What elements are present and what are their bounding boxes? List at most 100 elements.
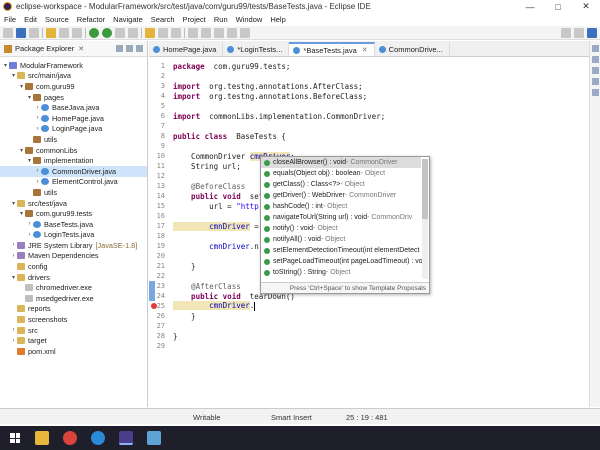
- code-line[interactable]: 14 public void set: [149, 191, 264, 201]
- tree-item[interactable]: screenshots: [0, 314, 147, 325]
- expand-arrow-icon[interactable]: ▾: [26, 157, 33, 164]
- chrome-icon[interactable]: [63, 431, 77, 445]
- tree-item[interactable]: ▾ ModularFramework: [0, 60, 147, 71]
- menu-project[interactable]: Project: [179, 15, 210, 24]
- tree-item[interactable]: › LoginPage.java: [0, 124, 147, 135]
- code-line[interactable]: 13 @BeforeClass: [149, 181, 246, 191]
- tree-item[interactable]: utils: [0, 134, 147, 145]
- tree-item[interactable]: ▾ com.guru99: [0, 81, 147, 92]
- tree-item[interactable]: › BaseTests.java: [0, 219, 147, 230]
- proposal-item[interactable]: getClass() : Class<?> - Object: [261, 179, 421, 190]
- close-button[interactable]: ✕: [572, 1, 600, 12]
- tree-item[interactable]: ▾ src/main/java: [0, 71, 147, 82]
- code-line[interactable]: 5: [149, 101, 173, 111]
- app-taskbar-icon[interactable]: [147, 431, 161, 445]
- proposal-item[interactable]: setPageLoadTimeout(int pageLoadTimeout) …: [261, 256, 423, 267]
- expand-arrow-icon[interactable]: ▾: [10, 200, 17, 207]
- proposal-item[interactable]: getDriver() : WebDriver - CommonDriver: [261, 190, 421, 201]
- package-explorer-title[interactable]: Package Explorer: [15, 44, 74, 53]
- collapse-all-icon[interactable]: [116, 45, 123, 52]
- new-class-icon[interactable]: [171, 27, 181, 38]
- close-view-icon[interactable]: ✕: [78, 45, 84, 53]
- problems-view-icon[interactable]: [591, 67, 599, 74]
- menu-source[interactable]: Source: [41, 15, 73, 24]
- tree-item[interactable]: ▾ pages: [0, 92, 147, 103]
- proposal-item[interactable]: notifyAll() : void - Object: [261, 234, 421, 245]
- collapse-arrow-icon[interactable]: ›: [10, 253, 17, 259]
- expand-arrow-icon[interactable]: ▾: [18, 147, 25, 154]
- new-java-project-icon[interactable]: [145, 27, 155, 38]
- tree-item[interactable]: chromedriver.exe: [0, 282, 147, 293]
- coverage-icon[interactable]: [115, 27, 125, 38]
- menu-help[interactable]: Help: [266, 15, 289, 24]
- code-line[interactable]: 27: [149, 321, 173, 331]
- proposal-item[interactable]: hashCode() : int - Object: [261, 201, 421, 212]
- code-line[interactable]: 17 cmnDriver =: [149, 221, 259, 231]
- menu-file[interactable]: File: [0, 15, 20, 24]
- tree-item[interactable]: ▾ implementation: [0, 155, 147, 166]
- collapse-arrow-icon[interactable]: ›: [10, 327, 17, 333]
- expand-arrow-icon[interactable]: ▾: [10, 72, 17, 79]
- search-icon[interactable]: [188, 27, 198, 38]
- menu-window[interactable]: Window: [232, 15, 267, 24]
- close-tab-icon[interactable]: ✕: [362, 46, 368, 54]
- tree-item[interactable]: › CommonDriver.java: [0, 165, 147, 177]
- new-package-icon[interactable]: [158, 27, 168, 38]
- code-line[interactable]: 28}: [149, 331, 178, 341]
- collapse-arrow-icon[interactable]: ›: [34, 115, 41, 121]
- code-line[interactable]: 3 import org.testng.annotations.AfterClas…: [149, 81, 363, 91]
- save-all-icon[interactable]: [29, 27, 39, 38]
- code-line[interactable]: 16: [149, 211, 173, 221]
- proposal-item[interactable]: equals(Object obj) : boolean - Object: [261, 168, 421, 179]
- eclipse-taskbar-icon[interactable]: [119, 431, 133, 445]
- proposal-item[interactable]: notify() : void - Object: [261, 223, 421, 234]
- proposal-item[interactable]: setElementDetectionTimeout(int elementDe…: [261, 245, 421, 256]
- editor-tab[interactable]: CommonDrive...: [375, 42, 450, 56]
- tree-item[interactable]: config: [0, 261, 147, 272]
- proposal-item[interactable]: navigateToUrl(String url) : void - Commo…: [261, 212, 421, 223]
- minimize-button[interactable]: —: [516, 2, 544, 12]
- tree-item[interactable]: utils: [0, 187, 147, 198]
- run-icon[interactable]: [102, 27, 112, 38]
- back-icon[interactable]: [227, 27, 237, 38]
- editor-tab[interactable]: HomePage.java: [149, 42, 224, 56]
- code-line[interactable]: 4 import org.testng.annotations.BeforeCla…: [149, 91, 367, 101]
- tree-item[interactable]: pom.xml: [0, 346, 147, 357]
- code-line[interactable]: 19 cmnDriver.n: [149, 241, 259, 251]
- menu-edit[interactable]: Edit: [20, 15, 41, 24]
- external-tools-icon[interactable]: [128, 27, 138, 38]
- new-icon[interactable]: [3, 27, 13, 38]
- java-perspective-icon[interactable]: [587, 27, 597, 38]
- code-line[interactable]: 25 cmnDriver.: [149, 301, 256, 311]
- expand-arrow-icon[interactable]: ▾: [18, 210, 25, 217]
- link-with-editor-icon[interactable]: [126, 45, 133, 52]
- code-line[interactable]: 20: [149, 251, 173, 261]
- code-line[interactable]: 23 @AfterClass: [149, 281, 241, 291]
- open-type-icon[interactable]: [59, 27, 69, 38]
- javadoc-view-icon[interactable]: [591, 89, 599, 96]
- code-line[interactable]: 1 package com.guru99.tests;: [149, 61, 291, 71]
- quick-access-search-icon[interactable]: [561, 27, 571, 38]
- tree-item[interactable]: › target: [0, 335, 147, 346]
- tree-item[interactable]: › HomePage.java: [0, 113, 147, 124]
- edge-icon[interactable]: [91, 431, 105, 445]
- proposal-item[interactable]: toString() : String - Object: [261, 267, 421, 278]
- tree-item[interactable]: › LoginTests.java: [0, 230, 147, 241]
- previous-annotation-icon[interactable]: [214, 27, 224, 38]
- windows-start-icon[interactable]: [10, 433, 20, 443]
- editor-tab[interactable]: *LoginTests...: [223, 42, 290, 56]
- expand-arrow-icon[interactable]: ▾: [18, 83, 25, 90]
- save-icon[interactable]: [16, 27, 26, 38]
- collapse-arrow-icon[interactable]: ›: [34, 105, 41, 111]
- code-line[interactable]: 12: [149, 171, 173, 181]
- debug-icon[interactable]: [89, 27, 99, 38]
- collapse-arrow-icon[interactable]: ›: [34, 168, 41, 174]
- maximize-button[interactable]: □: [544, 2, 572, 12]
- view-menu-icon[interactable]: [136, 45, 143, 52]
- expand-arrow-icon[interactable]: ▾: [26, 94, 33, 101]
- code-line[interactable]: 18: [149, 231, 173, 241]
- build-icon[interactable]: [46, 27, 56, 38]
- tree-item[interactable]: reports: [0, 304, 147, 315]
- next-annotation-icon[interactable]: [201, 27, 211, 38]
- error-marker-icon[interactable]: [151, 303, 157, 309]
